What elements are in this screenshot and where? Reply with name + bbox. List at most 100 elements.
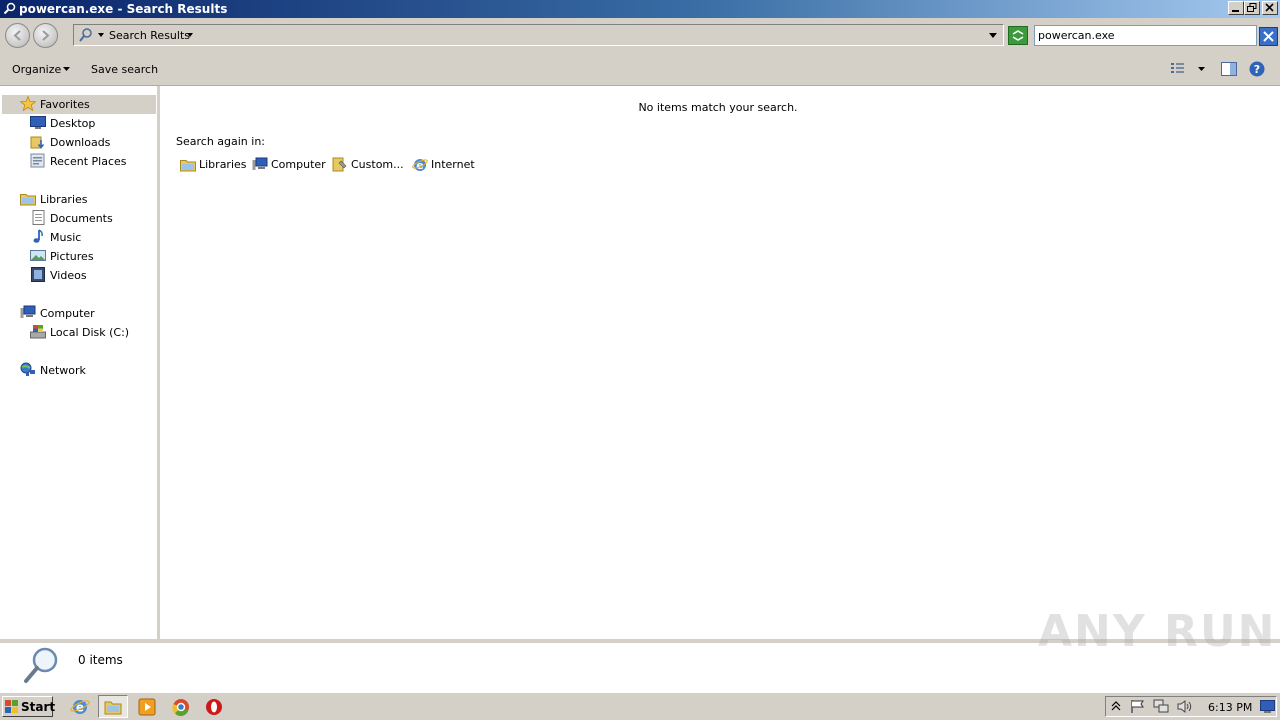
window-title: powercan.exe - Search Results <box>19 2 228 16</box>
libraries-icon <box>180 160 196 172</box>
minimize-button[interactable] <box>1228 1 1244 15</box>
search-again-computer-label: Computer <box>271 158 326 171</box>
music-note-icon <box>33 229 43 243</box>
taskbar: Start e 6:13 PM <box>0 692 1280 720</box>
start-button[interactable]: Start <box>2 696 56 717</box>
breadcrumb-chevron-icon[interactable] <box>98 33 105 38</box>
opera-icon[interactable] <box>203 697 225 717</box>
search-again-libraries[interactable]: Libraries <box>180 156 247 174</box>
custom-folder-icon <box>332 157 347 172</box>
clear-search-button[interactable] <box>1259 27 1278 46</box>
close-icon <box>1265 3 1274 12</box>
restore-button[interactable] <box>1244 1 1260 15</box>
item-count: 0 items <box>78 653 123 667</box>
search-app-icon <box>3 2 16 15</box>
save-search-button[interactable]: Save search <box>91 63 158 76</box>
windows-logo-icon <box>5 700 18 713</box>
back-arrow-icon <box>13 30 21 41</box>
refresh-icon <box>1012 30 1024 41</box>
nav-recent-places-label: Recent Places <box>50 155 127 168</box>
internet-explorer-icon: e <box>412 159 428 172</box>
search-again-libraries-label: Libraries <box>199 158 247 171</box>
nav-recent-places[interactable]: Recent Places <box>30 152 150 170</box>
search-again-label: Search again in: <box>176 135 266 148</box>
show-desktop-icon[interactable] <box>1260 700 1275 713</box>
watermark: ANY RUN <box>1038 606 1277 657</box>
back-button[interactable] <box>5 23 30 48</box>
nav-desktop[interactable]: Desktop <box>30 114 150 132</box>
organize-dropdown-icon[interactable] <box>63 67 71 72</box>
restore-icon <box>1247 3 1257 12</box>
view-dropdown-icon[interactable] <box>1198 67 1206 72</box>
show-hidden-icons-icon[interactable] <box>1111 700 1121 712</box>
nav-libraries[interactable]: Libraries <box>20 190 150 208</box>
nav-favorites-label: Favorites <box>40 98 90 111</box>
system-tray: 6:13 PM <box>1105 696 1277 717</box>
desktop-icon <box>30 116 46 129</box>
chrome-icon[interactable] <box>170 697 192 717</box>
start-label: Start <box>21 700 56 714</box>
search-again-custom[interactable]: Custom... <box>332 156 404 174</box>
search-again-internet-label: Internet <box>431 158 475 171</box>
search-input[interactable] <box>1038 28 1248 43</box>
help-icon[interactable]: ? <box>1249 61 1265 77</box>
nav-pictures[interactable]: Pictures <box>30 247 150 265</box>
action-center-flag-icon[interactable] <box>1130 699 1146 714</box>
pictures-icon <box>30 250 46 261</box>
explorer-taskbar-button[interactable] <box>98 695 128 718</box>
nav-music-label: Music <box>50 231 82 244</box>
search-folder-icon <box>79 28 92 42</box>
computer-icon <box>252 157 268 170</box>
internet-explorer-taskbar-icon[interactable]: e <box>69 697 91 717</box>
downloads-folder-icon <box>30 136 45 149</box>
network-icon <box>20 362 35 376</box>
title-bar: powercan.exe - Search Results <box>0 0 1280 18</box>
nav-local-disk[interactable]: Local Disk (C:) <box>30 323 150 341</box>
breadcrumb-search-results[interactable]: Search Results <box>109 29 190 42</box>
breadcrumb-dropdown-icon[interactable] <box>187 33 194 38</box>
search-again-internet[interactable]: e Internet <box>412 156 475 174</box>
local-disk-icon <box>30 325 46 339</box>
search-results-pane: No items match your search. Search again… <box>160 86 1280 639</box>
address-history-dropdown-icon[interactable] <box>989 33 998 39</box>
nav-favorites[interactable]: Favorites <box>20 95 150 113</box>
change-view-icon[interactable] <box>1170 62 1185 76</box>
search-box[interactable] <box>1034 25 1257 46</box>
nav-music[interactable]: Music <box>30 228 150 246</box>
network-tray-icon[interactable] <box>1153 699 1169 714</box>
search-again-custom-label: Custom... <box>351 158 404 171</box>
computer-icon <box>20 305 36 318</box>
forward-arrow-icon <box>42 30 50 41</box>
nav-documents-label: Documents <box>50 212 113 225</box>
minimize-icon <box>1232 10 1239 12</box>
nav-computer[interactable]: Computer <box>20 304 150 322</box>
svg-text:?: ? <box>1254 63 1260 76</box>
nav-downloads[interactable]: Downloads <box>30 133 150 151</box>
folder-icon <box>104 701 122 715</box>
media-player-icon[interactable] <box>136 697 158 717</box>
recent-places-icon <box>30 153 45 168</box>
clock[interactable]: 6:13 PM <box>1208 701 1252 714</box>
organize-button[interactable]: Organize <box>12 63 61 76</box>
refresh-button[interactable] <box>1008 26 1028 45</box>
nav-documents[interactable]: Documents <box>30 209 150 227</box>
search-again-computer[interactable]: Computer <box>252 156 326 174</box>
star-icon <box>20 96 36 111</box>
nav-libraries-label: Libraries <box>40 193 88 206</box>
forward-button[interactable] <box>33 23 58 48</box>
nav-videos[interactable]: Videos <box>30 266 150 284</box>
nav-network[interactable]: Network <box>20 361 150 379</box>
preview-pane-icon[interactable] <box>1221 62 1237 76</box>
empty-results-message: No items match your search. <box>638 101 798 114</box>
nav-pictures-label: Pictures <box>50 250 94 263</box>
nav-downloads-label: Downloads <box>50 136 111 149</box>
volume-icon[interactable] <box>1177 699 1193 714</box>
nav-desktop-label: Desktop <box>50 117 96 130</box>
nav-network-label: Network <box>40 364 86 377</box>
magnifier-icon <box>24 647 58 683</box>
address-bar[interactable]: Search Results <box>73 24 1004 46</box>
videos-icon <box>31 267 45 282</box>
libraries-icon <box>20 194 36 206</box>
close-button[interactable] <box>1262 1 1278 15</box>
nav-videos-label: Videos <box>50 269 87 282</box>
